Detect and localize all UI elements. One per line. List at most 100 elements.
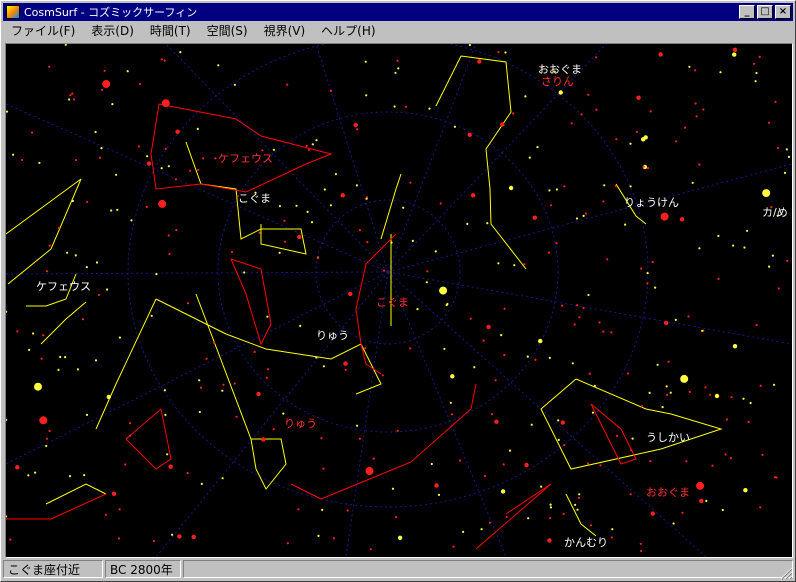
- star: [282, 412, 285, 415]
- star: [42, 334, 45, 337]
- star: [439, 202, 442, 205]
- star: [477, 59, 482, 64]
- star: [669, 391, 672, 394]
- star: [261, 437, 266, 442]
- star: [661, 406, 664, 409]
- star: [188, 169, 192, 172]
- menu-help[interactable]: ヘルプ(H): [313, 22, 383, 41]
- star: [500, 334, 503, 337]
- star: [528, 156, 531, 159]
- star: [267, 368, 270, 371]
- star: [538, 338, 543, 344]
- star: [221, 389, 224, 392]
- star-map-canvas[interactable]: ケフェウス こぐま ケフェウス こぐま りゅう りゅう おおぐま さりん りょう…: [6, 44, 792, 557]
- star: [774, 100, 777, 103]
- star: [16, 330, 19, 333]
- star: [667, 360, 670, 363]
- app-window: CosmSurf - コズミックサーフィン _ □ × ファイル(F) 表示(D…: [0, 0, 796, 582]
- star: [602, 330, 605, 333]
- star: [28, 348, 31, 351]
- star: [168, 464, 173, 469]
- window-title: CosmSurf - コズミックサーフィン: [24, 6, 198, 19]
- star: [295, 204, 298, 207]
- star: [372, 457, 375, 460]
- star: [752, 62, 756, 65]
- star: [322, 365, 325, 368]
- star: [640, 267, 643, 270]
- title-bar[interactable]: CosmSurf - コズミックサーフィン _ □ ×: [3, 3, 793, 21]
- star: [575, 217, 579, 220]
- status-epoch: BC 2800年: [105, 560, 181, 578]
- star: [126, 70, 129, 73]
- app-icon[interactable]: [6, 5, 20, 19]
- star: [217, 64, 220, 67]
- star: [615, 138, 618, 141]
- star: [730, 396, 733, 399]
- menu-space[interactable]: 空間(S): [199, 22, 256, 41]
- star: [310, 221, 314, 224]
- star: [480, 528, 483, 531]
- star: [650, 511, 655, 516]
- star: [71, 199, 74, 203]
- star: [500, 489, 506, 494]
- star: [315, 139, 318, 142]
- star: [311, 143, 314, 146]
- star: [283, 240, 287, 243]
- star: [137, 145, 141, 148]
- star: [785, 148, 788, 151]
- star: [329, 204, 332, 207]
- menu-display[interactable]: 表示(D): [83, 22, 142, 41]
- star: [494, 419, 499, 424]
- star: [503, 353, 506, 357]
- close-button[interactable]: ×: [775, 5, 791, 19]
- resize-grip-icon[interactable]: [779, 566, 793, 580]
- menu-view[interactable]: 視界(V): [256, 22, 314, 41]
- star: [717, 234, 720, 237]
- star: [666, 393, 669, 396]
- star: [439, 286, 448, 295]
- star: [705, 499, 708, 502]
- grid-line: [387, 271, 707, 557]
- star: [777, 287, 780, 290]
- bootes-red-lines: [590, 403, 637, 465]
- star: [561, 304, 564, 307]
- star: [646, 272, 649, 275]
- star: [549, 517, 552, 520]
- star: [558, 90, 563, 95]
- star: [588, 372, 591, 375]
- grid-line: [165, 44, 389, 273]
- star: [233, 83, 236, 86]
- star: [747, 420, 750, 423]
- star: [130, 219, 133, 222]
- star-map-view[interactable]: ケフェウス こぐま ケフェウス こぐま りゅう りゅう おおぐま さりん りょう…: [5, 43, 793, 558]
- star: [755, 71, 758, 75]
- star: [508, 185, 514, 191]
- star: [704, 386, 707, 389]
- star: [711, 464, 714, 467]
- star: [665, 385, 668, 388]
- star: [297, 234, 302, 240]
- star: [532, 215, 537, 220]
- menu-time[interactable]: 時間(T): [142, 22, 199, 41]
- star: [698, 247, 701, 250]
- star: [685, 460, 688, 463]
- star: [163, 389, 166, 392]
- star: [450, 374, 455, 379]
- star: [578, 493, 581, 496]
- bootes-lines: [540, 378, 723, 470]
- minimize-button[interactable]: _: [739, 5, 755, 19]
- constellation-label-canes: りょうけん: [624, 196, 679, 209]
- star: [34, 471, 37, 474]
- star: [749, 401, 752, 405]
- star: [540, 485, 543, 488]
- star: [104, 513, 108, 516]
- star: [469, 317, 472, 320]
- menu-file[interactable]: ファイル(F): [3, 22, 83, 41]
- star: [278, 205, 281, 208]
- star: [199, 386, 203, 389]
- star: [198, 410, 201, 414]
- star: [307, 148, 310, 151]
- star: [603, 184, 606, 187]
- star: [578, 316, 581, 319]
- maximize-button[interactable]: □: [757, 5, 773, 19]
